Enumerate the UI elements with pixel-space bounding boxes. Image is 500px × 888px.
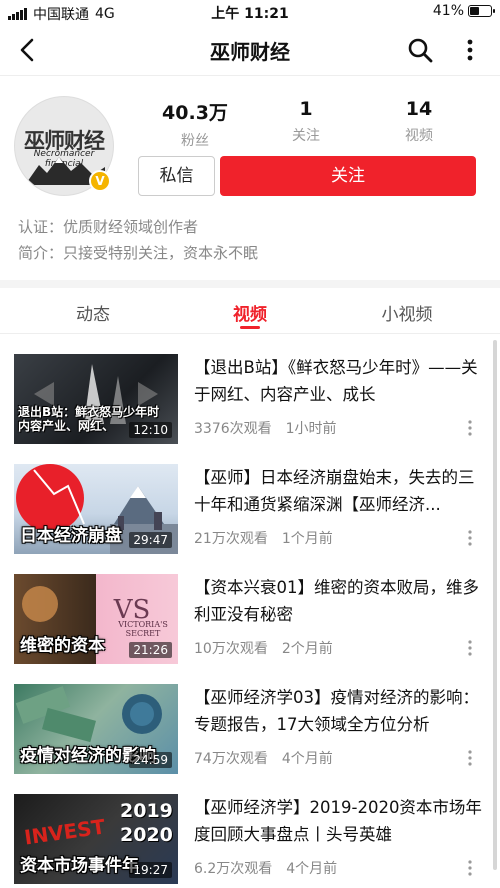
stat-videos[interactable]: 14 视频 xyxy=(364,98,474,145)
stat-following[interactable]: 1 关注 xyxy=(251,98,361,145)
thumbnail-caption: 内容产业、网红、 xyxy=(18,419,115,433)
verified-badge-icon: V xyxy=(89,170,111,192)
scrollbar[interactable] xyxy=(493,340,497,870)
video-duration: 19:27 xyxy=(129,862,172,878)
video-item[interactable]: VS VICTORIA'S SECRET 维密的资本 21:26 【资本兴衰01… xyxy=(0,574,490,684)
video-meta: 21万次观看 1个月前 xyxy=(194,528,333,548)
more-options-icon[interactable] xyxy=(466,530,474,546)
more-options-icon[interactable] xyxy=(466,640,474,656)
content-tabs: 动态 视频 小视频 xyxy=(0,288,500,334)
bio-text: 简介：只接受特别关注，资本永不眠 xyxy=(18,244,259,262)
tab-dynamics[interactable]: 动态 xyxy=(33,300,153,325)
video-duration: 29:47 xyxy=(129,532,172,548)
video-duration: 12:10 xyxy=(129,422,172,438)
video-item[interactable]: 退出B站：鲜衣怒马少年时 内容产业、网红、 12:10 【退出B站】《鲜衣怒马少… xyxy=(0,354,490,464)
more-options-icon[interactable] xyxy=(466,750,474,766)
certification-text: 认证：优质财经领域创作者 xyxy=(18,218,199,236)
status-right: 41% xyxy=(432,3,495,19)
video-thumbnail[interactable]: 退出B站：鲜衣怒马少年时 内容产业、网红、 12:10 xyxy=(14,354,178,444)
video-title[interactable]: 【资本兴衰01】维密的资本败局，维多利亚没有秘密 xyxy=(194,574,484,628)
video-thumbnail[interactable]: VS VICTORIA'S SECRET 维密的资本 21:26 xyxy=(14,574,178,664)
thumbnail-caption: 维密的资本 xyxy=(20,636,105,656)
thumbnail-year: 2020 xyxy=(120,824,173,846)
publish-time: 4个月前 xyxy=(281,751,333,767)
battery-percent: 41% xyxy=(432,3,464,19)
stat-label: 关注 xyxy=(292,128,320,144)
video-thumbnail[interactable]: 疫情对经济的影响 24:59 xyxy=(14,684,178,774)
more-options-icon[interactable] xyxy=(466,420,474,436)
more-vertical-icon[interactable] xyxy=(460,36,480,64)
publish-time: 2个月前 xyxy=(281,641,333,657)
thumbnail-caption: 资本市场事件年 xyxy=(20,856,139,876)
view-count: 6.2万次观看 xyxy=(194,861,273,877)
video-item[interactable]: 疫情对经济的影响 24:59 【巫师经济学03】疫情对经济的影响：专题报告，17… xyxy=(0,684,490,794)
video-meta: 6.2万次观看 4个月前 xyxy=(194,858,337,878)
thumbnail-caption: 日本经济崩盘 xyxy=(20,526,122,546)
active-tab-indicator xyxy=(240,326,260,329)
nav-bar: 巫师财经 xyxy=(0,24,500,76)
stat-value: 1 xyxy=(299,98,313,120)
video-title[interactable]: 【巫师经济学03】疫情对经济的影响：专题报告，17大领域全方位分析 xyxy=(194,684,484,738)
tab-videos[interactable]: 视频 xyxy=(190,300,310,325)
section-divider xyxy=(0,280,500,288)
publish-time: 4个月前 xyxy=(286,861,338,877)
view-count: 74万次观看 xyxy=(194,751,268,767)
video-meta: 3376次观看 1小时前 xyxy=(194,418,337,438)
status-bar: 中国联通 4G 上午 11:21 41% xyxy=(0,0,500,24)
clock: 上午 11:21 xyxy=(211,6,289,22)
video-meta: 74万次观看 4个月前 xyxy=(194,748,333,768)
video-title[interactable]: 【巫师】日本经济崩盘始末，失去的三十年和通货紧缩深渊【巫师经济... xyxy=(194,464,484,518)
video-item[interactable]: 日本经济崩盘 29:47 【巫师】日本经济崩盘始末，失去的三十年和通货紧缩深渊【… xyxy=(0,464,490,574)
stat-value: 40.3万 xyxy=(162,102,228,124)
video-thumbnail[interactable]: 日本经济崩盘 29:47 xyxy=(14,464,178,554)
view-count: 3376次观看 xyxy=(194,421,272,437)
video-duration: 21:26 xyxy=(129,642,172,658)
view-count: 10万次观看 xyxy=(194,641,268,657)
view-count: 21万次观看 xyxy=(194,531,268,547)
more-options-icon[interactable] xyxy=(466,860,474,876)
publish-time: 1个月前 xyxy=(281,531,333,547)
video-duration: 24:59 xyxy=(129,752,172,768)
search-icon[interactable] xyxy=(406,36,434,64)
message-button[interactable]: 私信 xyxy=(138,156,215,196)
tab-short-videos[interactable]: 小视频 xyxy=(347,300,467,325)
stat-fans[interactable]: 40.3万 粉丝 xyxy=(140,98,250,150)
follow-button[interactable]: 关注 xyxy=(220,156,476,196)
thumbnail-word: INVEST xyxy=(22,814,107,850)
video-title[interactable]: 【退出B站】《鲜衣怒马少年时》——关于网红、内容产业、成长 xyxy=(194,354,484,408)
thumbnail-year: 2019 xyxy=(120,800,173,822)
stat-value: 14 xyxy=(405,98,433,120)
publish-time: 1小时前 xyxy=(285,421,337,437)
video-meta: 10万次观看 2个月前 xyxy=(194,638,333,658)
thumbnail-brand: VICTORIA'S SECRET xyxy=(118,620,168,638)
battery-icon xyxy=(468,5,495,17)
video-item[interactable]: INVEST 2019 2020 资本市场事件年 19:27 【巫师经济学】20… xyxy=(0,794,490,888)
stat-label: 粉丝 xyxy=(181,133,209,149)
video-title[interactable]: 【巫师经济学】2019-2020资本市场年度回顾大事盘点丨头号英雄 xyxy=(194,794,484,848)
stat-label: 视频 xyxy=(405,128,433,144)
video-thumbnail[interactable]: INVEST 2019 2020 资本市场事件年 19:27 xyxy=(14,794,178,884)
